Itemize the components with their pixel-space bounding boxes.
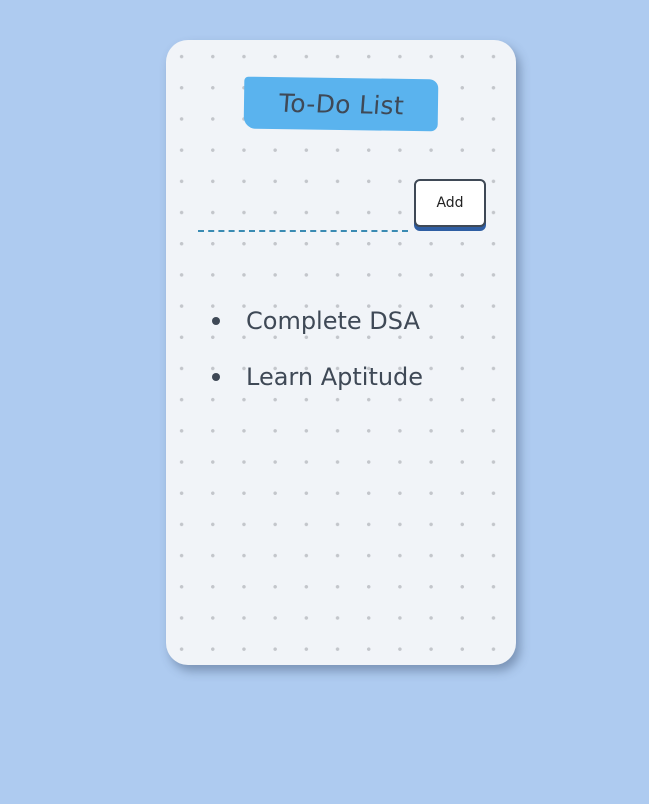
list-item-text: Complete DSA	[246, 307, 420, 335]
bullet-icon	[212, 373, 220, 381]
todo-input[interactable]	[198, 208, 408, 232]
bullet-icon	[212, 317, 220, 325]
list-item-text: Learn Aptitude	[246, 363, 424, 391]
page-title: To-Do List	[277, 88, 405, 120]
list-item[interactable]: Learn Aptitude	[206, 349, 423, 405]
title-highlight: To-Do List	[243, 76, 439, 132]
list-item[interactable]: Complete DSA	[206, 293, 423, 349]
todo-card: To-Do List Add Complete DSA Learn Aptitu…	[166, 40, 516, 665]
add-button[interactable]: Add	[414, 179, 486, 227]
todo-list: Complete DSA Learn Aptitude	[206, 293, 423, 405]
